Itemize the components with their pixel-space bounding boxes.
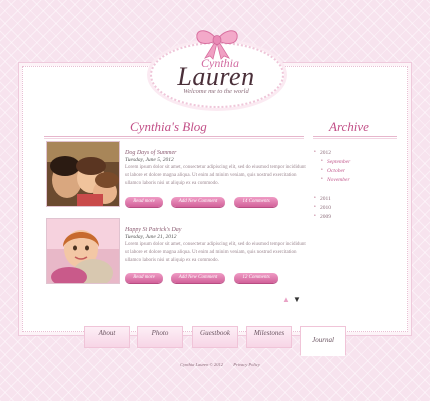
footer-copyright: Cynthia Lauren © 2012 xyxy=(180,362,223,367)
nav-tab-journal-label: Journal xyxy=(312,336,334,344)
archive-month[interactable]: September xyxy=(327,159,350,165)
archive-year[interactable]: 2010 xyxy=(320,205,331,211)
nav-tab-about[interactable]: About xyxy=(84,326,130,348)
blog-title: Cynthia's Blog xyxy=(130,119,207,134)
add-comment-button[interactable]: Add New Comment xyxy=(171,273,225,283)
post-date: Tuesday, June 21, 2012 xyxy=(125,234,177,240)
family-photo-image xyxy=(47,142,119,206)
archive-month[interactable]: October xyxy=(327,168,345,174)
nav-tab-photo[interactable]: Photo xyxy=(137,326,183,348)
pager-down-icon[interactable]: ▼ xyxy=(293,295,301,304)
bullet-icon: • xyxy=(314,196,316,201)
post-excerpt: Lorem ipsum dolor sit amet, consectetur … xyxy=(125,165,306,186)
archive-title: Archive xyxy=(329,119,369,134)
logo-tagline: Welcome me to the world xyxy=(183,88,249,95)
archive-year[interactable]: 2009 xyxy=(320,214,331,220)
bullet-icon: • xyxy=(321,177,323,182)
post-date: Tuesday, June 5, 2012 xyxy=(125,157,174,163)
comments-count-button[interactable]: 12 Comments xyxy=(234,273,278,283)
bullet-icon: • xyxy=(321,159,323,164)
bullet-icon: • xyxy=(314,150,316,155)
pager-up-icon[interactable]: ▲ xyxy=(282,295,290,304)
blog-title-divider xyxy=(44,136,304,139)
comments-count-button[interactable]: 14 Comments xyxy=(234,197,278,207)
nav-tab-guestbook[interactable]: Guestbook xyxy=(192,326,238,348)
bow-icon xyxy=(196,30,238,60)
bullet-icon: • xyxy=(321,168,323,173)
read-more-button[interactable]: Read more xyxy=(125,273,163,283)
read-more-button[interactable]: Read more xyxy=(125,197,163,207)
post-title[interactable]: Happy St Patrick's Day xyxy=(125,227,305,233)
archive-year[interactable]: 2011 xyxy=(320,196,331,202)
add-comment-button[interactable]: Add New Comment xyxy=(171,197,225,207)
post-excerpt: Lorem ipsum dolor sit amet, consectetur … xyxy=(125,242,306,263)
post-title[interactable]: Dog Days of Summer xyxy=(125,150,305,156)
footer: Cynthia Lauren © 2012 Privacy Policy xyxy=(150,362,290,367)
archive-title-divider xyxy=(313,136,397,139)
nav-tab-journal[interactable]: Journal xyxy=(300,326,346,356)
archive-month[interactable]: November xyxy=(327,177,350,183)
child-photo-image xyxy=(47,219,119,283)
bullet-icon: • xyxy=(314,205,316,210)
archive-year[interactable]: 2012 xyxy=(320,150,331,156)
post-thumbnail[interactable] xyxy=(47,142,119,206)
post-thumbnail[interactable] xyxy=(47,219,119,283)
bullet-icon: • xyxy=(314,214,316,219)
privacy-policy-link[interactable]: Privacy Policy xyxy=(233,362,260,367)
nav-tab-milestones[interactable]: Milestones xyxy=(246,326,292,348)
